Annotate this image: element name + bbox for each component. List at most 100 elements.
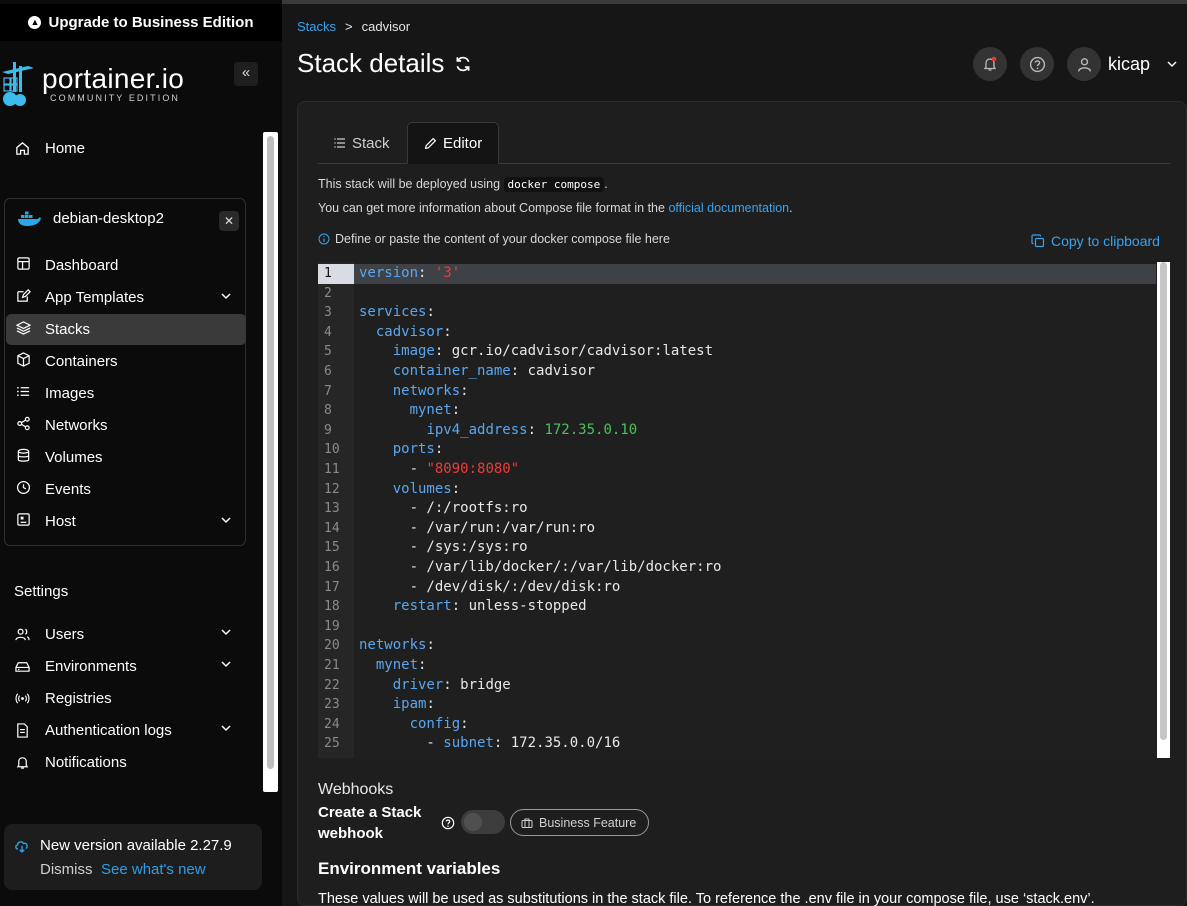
code-text: services: bbox=[359, 304, 435, 321]
code-line[interactable]: 15 - /sys:/sys:ro bbox=[318, 538, 1156, 558]
code-line[interactable]: 21 mynet: bbox=[318, 656, 1156, 676]
copy-to-clipboard-button[interactable]: Copy to clipboard bbox=[1031, 233, 1160, 249]
sidebar-item-dashboard[interactable]: Dashboard bbox=[6, 250, 246, 281]
sidebar-scrollbar-thumb[interactable] bbox=[267, 136, 274, 769]
code-line[interactable]: 3 services: bbox=[318, 303, 1156, 323]
refresh-icon[interactable] bbox=[454, 55, 472, 73]
sidebar-item-host[interactable]: Host bbox=[6, 506, 246, 537]
code-text: volumes: bbox=[392, 480, 461, 497]
code-line[interactable]: 9 ipv4_address: 172.35.0.10 bbox=[318, 421, 1156, 441]
sidebar-item-label: Notifications bbox=[45, 753, 127, 771]
logo-wordmark: portainer.io bbox=[42, 63, 185, 94]
sidebar-item-notifications[interactable]: Notifications bbox=[14, 748, 244, 776]
sidebar-item-label: Stacks bbox=[45, 321, 91, 338]
sidebar-item-app-templates[interactable]: App Templates bbox=[6, 282, 246, 313]
code-line[interactable]: 14 - /var/run:/var/run:ro bbox=[318, 519, 1156, 539]
dismiss-link[interactable]: Dismiss bbox=[40, 861, 93, 878]
radio-icon bbox=[14, 690, 30, 706]
sidebar-scroll-mask bbox=[0, 786, 262, 796]
business-feature-badge: Business Feature bbox=[510, 809, 650, 836]
list-icon bbox=[334, 138, 345, 148]
docker-icon bbox=[18, 211, 41, 226]
toggle-knob bbox=[464, 813, 482, 831]
upgrade-button[interactable]: ▲ Upgrade to Business Edition bbox=[0, 4, 282, 41]
users-icon bbox=[14, 626, 30, 642]
code-line[interactable]: 4 cadvisor: bbox=[318, 323, 1156, 343]
sidebar-item-volumes[interactable]: Volumes bbox=[6, 442, 246, 473]
code-text: - /var/lib/docker/:/var/lib/docker:ro bbox=[359, 559, 722, 575]
sidebar-item-label: Images bbox=[45, 385, 95, 402]
tab-editor[interactable]: Editor bbox=[407, 122, 500, 164]
code-line[interactable]: 8 mynet: bbox=[318, 401, 1156, 421]
code-line[interactable]: 22 driver: bridge bbox=[318, 676, 1156, 696]
sidebar-item-networks[interactable]: Networks bbox=[6, 410, 246, 441]
code-text: driver: bridge bbox=[392, 676, 511, 693]
chevron-down-icon bbox=[221, 661, 231, 668]
compose-doc-pre: You can get more information about Compo… bbox=[318, 201, 665, 215]
line-number: 13 bbox=[324, 501, 340, 517]
deploy-info-pre: This stack will be deployed using bbox=[318, 177, 501, 191]
sidebar-item-registries[interactable]: Registries bbox=[14, 684, 244, 712]
briefcase-icon bbox=[521, 818, 533, 828]
notifications-button[interactable] bbox=[973, 47, 1007, 81]
user-avatar[interactable] bbox=[1067, 47, 1101, 81]
help-circle-icon[interactable] bbox=[441, 816, 455, 830]
code-line[interactable]: 23 ipam: bbox=[318, 695, 1156, 715]
line-number: 19 bbox=[324, 618, 340, 634]
code-text: - /dev/disk/:/dev/disk:ro bbox=[359, 578, 621, 595]
code-line[interactable]: 18 restart: unless-stopped bbox=[318, 597, 1156, 617]
database-icon bbox=[16, 448, 31, 467]
sidebar-item-home[interactable]: Home bbox=[14, 134, 244, 162]
code-line[interactable]: 5 image: gcr.io/cadvisor/cadvisor:latest bbox=[318, 342, 1156, 362]
close-environment-button[interactable]: ✕ bbox=[219, 211, 239, 231]
info-icon bbox=[318, 233, 330, 245]
sidebar-item-stacks[interactable]: Stacks bbox=[6, 314, 246, 345]
webhook-label: Create a Stack webhook bbox=[318, 804, 422, 842]
code-line[interactable]: 24 config: bbox=[318, 715, 1156, 735]
sidebar-item-events[interactable]: Events bbox=[6, 474, 246, 505]
collapse-sidebar-button[interactable]: « bbox=[234, 62, 258, 86]
code-line[interactable]: 11 - "8090:8080" bbox=[318, 460, 1156, 480]
home-icon bbox=[14, 140, 30, 156]
code-line[interactable]: 17 - /dev/disk/:/dev/disk:ro bbox=[318, 578, 1156, 598]
sidebar-item-authentication-logs[interactable]: Authentication logs bbox=[14, 716, 244, 744]
line-number: 6 bbox=[324, 364, 332, 379]
sidebar-item-users[interactable]: Users bbox=[14, 620, 244, 648]
user-name[interactable]: kicap bbox=[1108, 54, 1150, 75]
sidebar-item-images[interactable]: Images bbox=[6, 378, 246, 409]
sidebar-item-containers[interactable]: Containers bbox=[6, 346, 246, 377]
tab-stack[interactable]: Stack bbox=[318, 122, 406, 164]
official-documentation-link[interactable]: official documentation bbox=[668, 201, 789, 215]
code-line[interactable]: 10 ports: bbox=[318, 440, 1156, 460]
arrow-up-icon: ▲ bbox=[28, 16, 42, 29]
editor-scrollbar-thumb[interactable] bbox=[1160, 262, 1167, 740]
code-line[interactable]: 1 version: '3' bbox=[318, 264, 1156, 284]
code-line[interactable]: 19 bbox=[318, 617, 1156, 637]
code-text: - /var/run:/var/run:ro bbox=[359, 519, 596, 536]
help-button[interactable] bbox=[1020, 47, 1054, 81]
code-line[interactable]: 6 container_name: cadvisor bbox=[318, 362, 1156, 382]
whats-new-link[interactable]: See what's new bbox=[101, 861, 206, 878]
line-number: 3 bbox=[324, 305, 332, 321]
line-number: 8 bbox=[324, 403, 332, 419]
code-line[interactable]: 7 networks: bbox=[318, 382, 1156, 402]
code-line[interactable]: 12 volumes: bbox=[318, 480, 1156, 500]
code-line[interactable]: 25 - subnet: 172.35.0.0/16 bbox=[318, 734, 1156, 754]
line-number: 16 bbox=[324, 560, 340, 575]
code-line[interactable]: 16 - /var/lib/docker/:/var/lib/docker:ro bbox=[318, 558, 1156, 578]
code-text: - "8090:8080" bbox=[359, 461, 520, 477]
code-line[interactable]: 13 - /:/rootfs:ro bbox=[318, 499, 1156, 519]
dashboard-icon bbox=[16, 256, 31, 275]
breadcrumb-stacks-link[interactable]: Stacks bbox=[297, 19, 336, 34]
code-text: cadvisor: bbox=[375, 323, 452, 340]
code-editor[interactable]: 1 version: '3' 2 3 services: 4 cadvisor: 5 ima… bbox=[318, 262, 1170, 758]
sidebar-item-environments[interactable]: Environments bbox=[14, 652, 244, 680]
chevron-down-icon[interactable] bbox=[1166, 58, 1178, 70]
code-line[interactable]: 2 bbox=[318, 284, 1156, 304]
code-text: restart: unless-stopped bbox=[392, 598, 587, 615]
line-number: 23 bbox=[324, 697, 340, 713]
webhook-toggle[interactable] bbox=[461, 810, 505, 834]
portainer-logo[interactable]: portainer.io COMMUNITY EDITION bbox=[0, 58, 200, 110]
sidebar-item-label: Networks bbox=[45, 417, 108, 434]
code-line[interactable]: 20 networks: bbox=[318, 636, 1156, 656]
